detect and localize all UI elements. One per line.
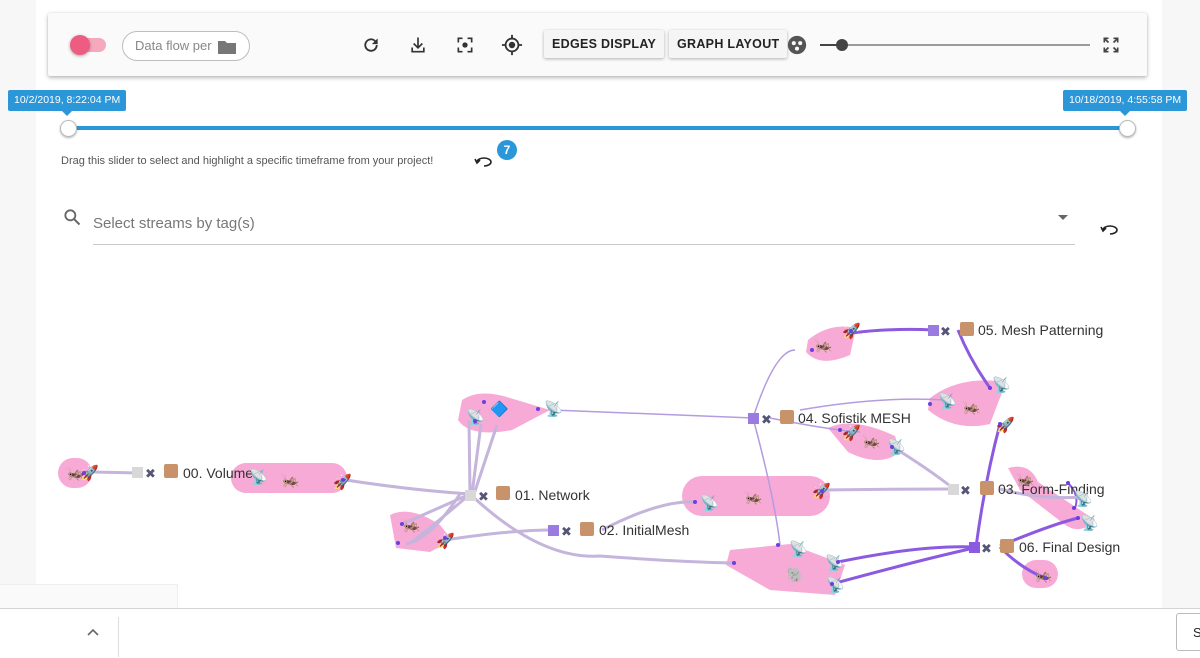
stream-box-icon [164, 464, 178, 478]
tag-search-input[interactable] [93, 203, 1075, 245]
dropdown-arrow-icon[interactable] [1058, 215, 1068, 220]
satellite-icon: ✖ [761, 412, 772, 427]
timeframe-end-thumb[interactable] [1119, 120, 1136, 137]
graph-layout-button[interactable]: GRAPH LAYOUT [669, 30, 788, 58]
satellite-dish-icon: 📡 [992, 375, 1011, 394]
satellite-dish-icon: 📡 [1074, 489, 1093, 508]
stream-node[interactable]: ✖ 06. Final Design [969, 539, 1120, 556]
stream-label: 00. Volume [183, 465, 253, 481]
satellite-dish-icon: 📡 [789, 539, 808, 558]
timeframe-start-label: 10/2/2019, 8:22:04 PM [8, 90, 127, 116]
grasshopper-icon: 🦗 [814, 337, 833, 354]
satellite-icon: ✖ [145, 466, 156, 481]
satellite-dish-icon: 📡 [544, 399, 563, 418]
grasshopper-icon: 🦗 [862, 433, 881, 450]
search-icon [64, 209, 81, 226]
timeframe-hint: Drag this slider to select and highlight… [61, 155, 434, 167]
rocket-icon: 🚀 [436, 532, 455, 550]
rocket-icon: 🚀 [333, 473, 352, 491]
reset-timeframe-icon[interactable] [473, 155, 495, 169]
satellite-dish-icon: 📡 [700, 493, 719, 512]
timeframe-slider-track[interactable] [68, 126, 1128, 130]
satellite-icon: ✖ [981, 541, 992, 556]
grasshopper-icon: 🦗 [962, 399, 981, 416]
stream-label: 04. Sofistik MESH [798, 410, 911, 426]
corner-tab[interactable]: S [1176, 613, 1200, 651]
stream-box-icon [1000, 539, 1014, 553]
stream-box-icon [960, 322, 974, 336]
refresh-button[interactable] [358, 32, 384, 58]
folder-icon [218, 41, 236, 54]
bubbles-toggle-button[interactable] [784, 32, 810, 58]
stream-label: 05. Mesh Patterning [978, 322, 1103, 338]
toolbar: Data flow per EDGES DISPLAY GRAPH LAYOUT [48, 13, 1147, 76]
refresh-icon [364, 38, 378, 52]
satellite-dish-icon: 📡 [466, 407, 485, 426]
toggle-knob[interactable] [70, 35, 90, 55]
satellite-dish-icon: 📡 [249, 467, 268, 486]
client-icons: 🦗 🚀 📡 🦗 🚀 📡 🔷 📡 🦗 🚀 📡 🦗 🚀 🐘 📡 📡 📡 🦗 🚀 📡 … [66, 322, 1099, 594]
divider [118, 617, 119, 657]
zoom-slider-thumb[interactable] [835, 39, 848, 51]
stream-node[interactable]: ✖ 01. Network [465, 486, 591, 504]
grasshopper-icon: 🦗 [744, 489, 763, 506]
stream-box-icon [496, 486, 510, 500]
stream-node[interactable]: ✖ 02. InitialMesh [548, 522, 689, 539]
grasshopper-icon: 🦗 [1016, 471, 1035, 488]
satellite-icon: ✖ [960, 483, 971, 498]
edges-display-button[interactable]: EDGES DISPLAY [544, 30, 665, 58]
grasshopper-icon: 🦗 [281, 472, 300, 489]
stream-label: 02. InitialMesh [599, 522, 689, 538]
elephant-icon: 🐘 [786, 566, 805, 584]
timeframe-end-label: 10/18/2019, 4:55:58 PM [1063, 90, 1188, 116]
zoom-slider[interactable] [820, 39, 1090, 51]
download-button[interactable] [405, 32, 431, 58]
selected-count-badge: 7 [497, 140, 517, 160]
data-flow-chip[interactable]: Data flow per [122, 31, 250, 61]
satellite-icon: ✖ [940, 324, 951, 339]
stream-node[interactable]: ✖ 05. Mesh Patterning [928, 322, 1103, 339]
stream-node[interactable]: ✖ 00. Volume [132, 464, 253, 481]
stream-graph[interactable]: ✖ 00. Volume ✖ 01. Network ✖ 02. Initial… [0, 260, 1200, 600]
satellite-dish-icon: 📡 [887, 437, 906, 456]
timeframe-start-thumb[interactable] [60, 120, 77, 137]
screenshot-icon [457, 37, 473, 53]
reset-tags-icon[interactable] [1099, 223, 1121, 237]
target-icon [501, 34, 523, 56]
chevron-up-icon[interactable] [86, 627, 100, 637]
satellite-dish-icon: 📡 [938, 391, 957, 410]
satellite-icon: ✖ [478, 489, 489, 504]
stream-box-icon [980, 481, 994, 495]
center-graph-button[interactable] [499, 32, 525, 58]
stream-box-icon [580, 522, 594, 536]
grasshopper-icon: 🦗 [402, 517, 421, 534]
bubble-chart-icon [787, 35, 807, 55]
satellite-icon: ✖ [561, 524, 572, 539]
rocket-icon: 🚀 [842, 424, 861, 442]
side-panel-edge [0, 584, 178, 608]
fullscreen-button[interactable] [1098, 32, 1124, 58]
dynamo-icon: 🔷 [490, 400, 509, 418]
data-flow-chip-label: Data flow per [135, 38, 212, 53]
fullscreen-icon [1103, 37, 1119, 53]
stream-label: 01. Network [515, 487, 591, 503]
screenshot-button[interactable] [452, 32, 478, 58]
download-icon [411, 37, 425, 53]
data-flow-toggle[interactable] [70, 35, 106, 55]
satellite-dish-icon: 📡 [826, 575, 845, 594]
satellite-dish-icon: 📡 [825, 553, 844, 572]
bottom-bar [0, 608, 1200, 658]
grasshopper-icon: 🦗 [1034, 567, 1053, 584]
stream-label: 06. Final Design [1019, 539, 1120, 555]
stream-box-icon [780, 410, 794, 424]
satellite-dish-icon: 📡 [1080, 513, 1099, 532]
